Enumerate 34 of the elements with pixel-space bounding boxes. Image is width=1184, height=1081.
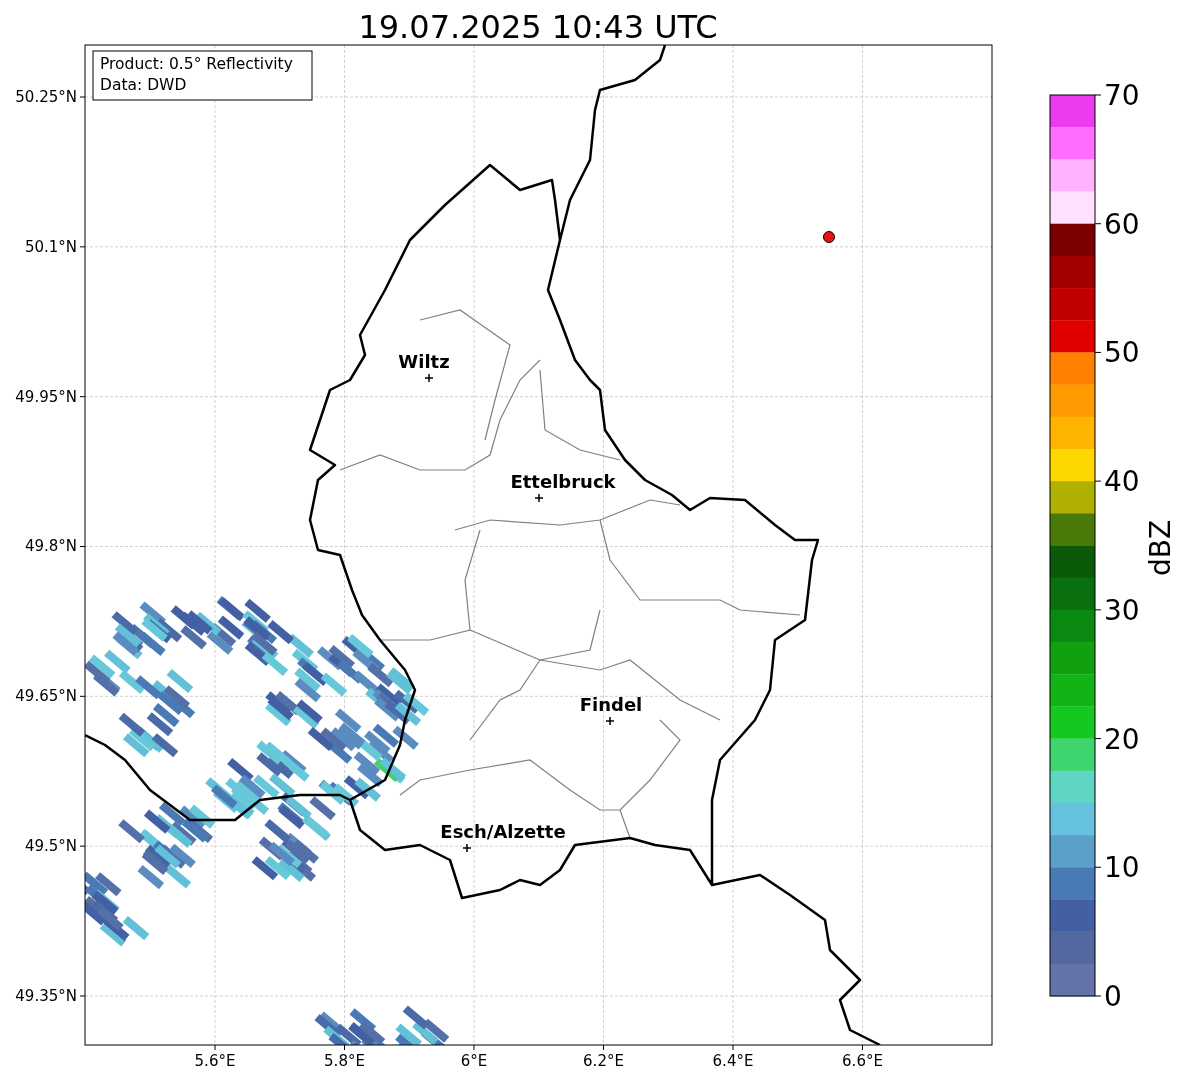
city-marker-icon (462, 843, 472, 853)
colorbar-tick-label: 30 (1104, 593, 1140, 627)
colorbar-tick-label: 0 (1104, 979, 1122, 1013)
latitude-label: 50.25°N (15, 88, 77, 106)
city-label: Ettelbruck (510, 471, 616, 492)
colorbar-tick-label: 60 (1104, 207, 1140, 241)
latitude-label: 49.35°N (15, 987, 77, 1005)
info-line: Product: 0.5° Reflectivity (100, 55, 293, 73)
latitude-label: 49.5°N (24, 837, 77, 856)
city-label: Esch/Alzette (440, 821, 566, 842)
colorbar-tick-label: 20 (1104, 722, 1140, 756)
longitude-label: 6.4°E (712, 1052, 754, 1070)
latitude-label: 50.1°N (24, 237, 77, 256)
longitude-label: 5.6°E (194, 1052, 236, 1070)
chart-title: 19.07.2025 10:43 UTC (358, 8, 718, 46)
latitude-label: 49.95°N (15, 387, 77, 406)
colorbar-tick-label: 50 (1104, 336, 1140, 370)
longitude-label: 6°E (460, 1052, 488, 1070)
city-label: Wiltz (398, 351, 450, 372)
location-dot (823, 231, 835, 243)
colorbar-tick-label: 40 (1104, 465, 1140, 499)
colorbar-title: dBZ (1144, 519, 1177, 577)
colorbar-tick-label: 10 (1104, 851, 1140, 885)
latitude-label: 49.65°N (15, 687, 77, 706)
city-label: Findel (579, 694, 643, 715)
longitude-label: 6.6°E (842, 1052, 883, 1070)
latitude-label: 49.8°N (24, 537, 77, 556)
colorbar-tick-label: 70 (1104, 79, 1140, 112)
city-marker-icon (605, 716, 615, 726)
longitude-label: 5.8°E (324, 1052, 365, 1070)
info-line: Data: DWD (100, 76, 187, 94)
city-marker-icon (424, 373, 434, 383)
longitude-label: 6.2°E (583, 1052, 624, 1070)
city-marker-icon (534, 493, 544, 503)
